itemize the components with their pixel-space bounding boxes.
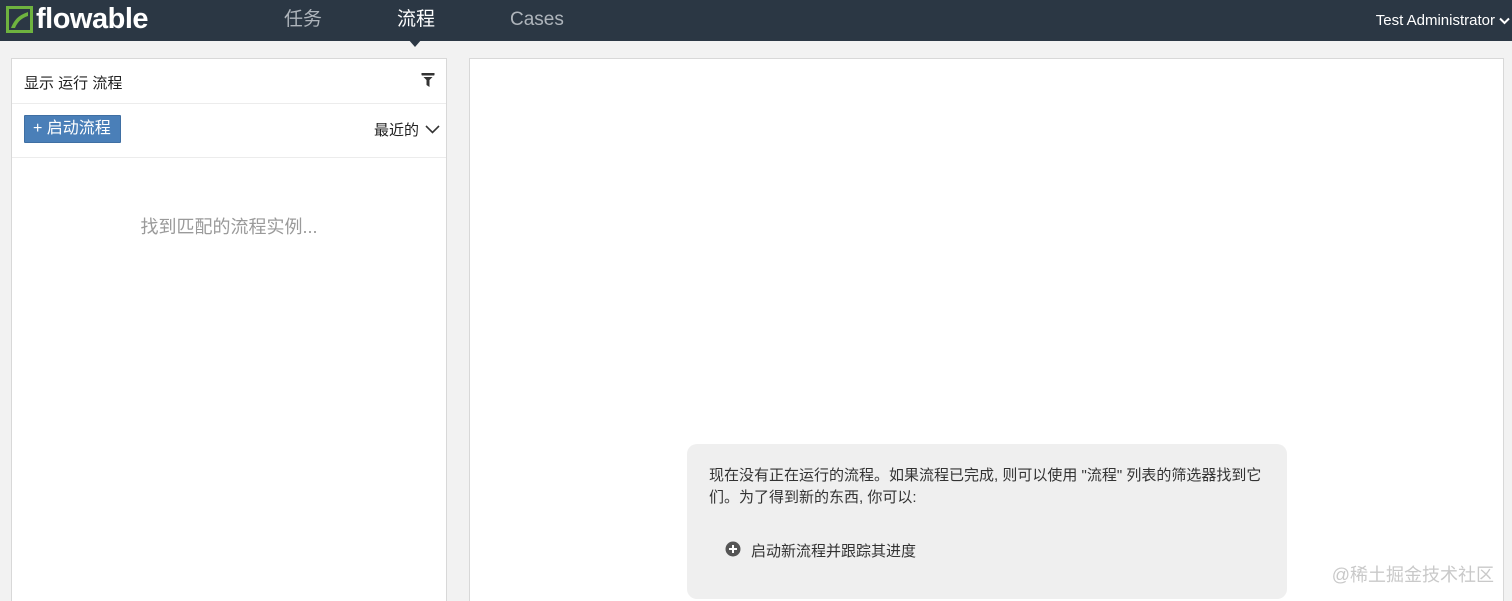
tab-cases[interactable]: Cases (510, 0, 564, 41)
process-list-toolbar: + 启动流程 最近的 (12, 104, 446, 158)
tab-processes[interactable]: 流程 (397, 0, 435, 41)
chevron-down-icon (1499, 1, 1510, 40)
process-list-panel: 显示 运行 流程 + 启动流程 最近的 找到匹配的流程实例... (11, 58, 447, 601)
top-navbar: flowable 任务 流程 Cases Test Administrator (0, 0, 1512, 41)
help-link-label: 启动新流程并跟踪其进度 (751, 543, 917, 560)
help-text: 现在没有正在运行的流程。如果流程已完成, 则可以使用 "流程" 列表的筛选器找到… (709, 467, 1262, 506)
flowable-logo[interactable]: flowable (6, 3, 149, 35)
user-menu[interactable]: Test Administrator (1376, 0, 1510, 41)
active-tab-indicator (408, 39, 422, 47)
process-list-header: 显示 运行 流程 (12, 59, 446, 104)
logo-text: flowable (36, 3, 149, 35)
plus-circle-icon (725, 541, 741, 561)
start-process-button[interactable]: + 启动流程 (24, 115, 121, 143)
filter-icon[interactable] (421, 72, 435, 93)
sort-label: 最近的 (373, 122, 419, 139)
no-processes-help-box: 现在没有正在运行的流程。如果流程已完成, 则可以使用 "流程" 列表的筛选器找到… (687, 444, 1287, 599)
empty-list-message: 找到匹配的流程实例... (140, 217, 318, 237)
chevron-down-icon (425, 121, 440, 138)
process-detail-panel: 现在没有正在运行的流程。如果流程已完成, 则可以使用 "流程" 列表的筛选器找到… (469, 58, 1504, 601)
watermark: @稀土掘金技术社区 (1331, 565, 1494, 585)
start-and-track-process-link[interactable]: 启动新流程并跟踪其进度 (725, 540, 916, 561)
tab-tasks[interactable]: 任务 (284, 0, 322, 41)
user-name: Test Administrator (1375, 12, 1495, 29)
flowable-logo-icon (6, 5, 33, 33)
process-list-title: 显示 运行 流程 (24, 75, 123, 92)
sort-dropdown[interactable]: 最近的 (374, 119, 440, 140)
